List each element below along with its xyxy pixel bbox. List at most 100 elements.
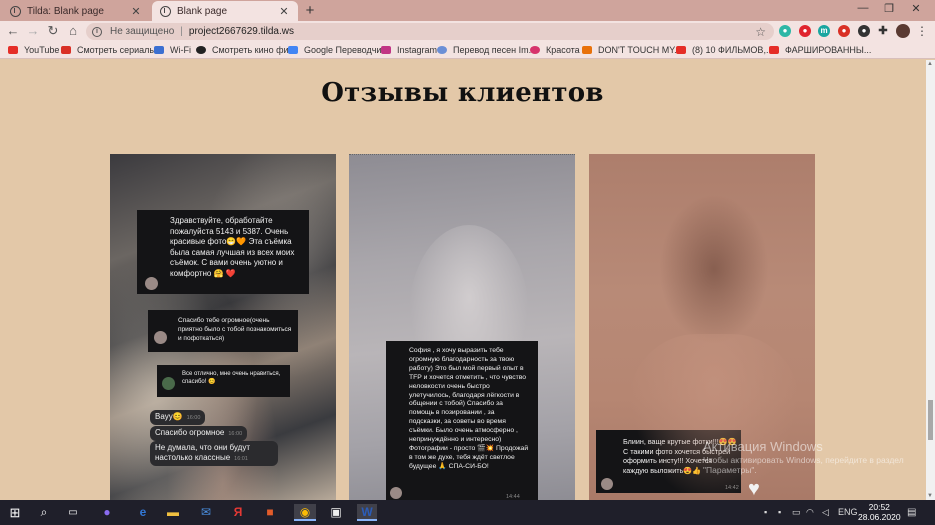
review-message: София , я хочу выразить тебе огромную бл… <box>409 347 529 470</box>
home-button[interactable]: ⌂ <box>66 24 80 38</box>
bookmark-google-translate[interactable]: Google Переводчик <box>288 45 385 55</box>
chrome-icon[interactable]: ◉ <box>294 504 316 521</box>
new-tab-button[interactable]: + <box>302 2 318 19</box>
scrollbar[interactable]: ▲ ▼ <box>926 60 935 500</box>
review-message: Спасибо тебе огромное(очень приятно было… <box>178 317 292 342</box>
site-icon <box>61 46 71 54</box>
review-card-2: София , я хочу выразить тебе огромную бл… <box>349 154 575 500</box>
avatar <box>601 478 613 490</box>
chat-bubble: Вауу😊 16:00 <box>150 410 206 425</box>
bookmark-youtube[interactable]: YouTube <box>8 45 59 55</box>
instagram-icon <box>381 46 391 54</box>
close-window-button[interactable]: ✕ <box>906 2 926 15</box>
browser-toolbar: ← → ↻ ⌂ i Не защищено | project2667629.t… <box>0 21 935 42</box>
avatar <box>162 377 175 390</box>
extension-icon[interactable]: ● <box>779 25 791 37</box>
back-button[interactable]: ← <box>6 24 20 38</box>
separator: | <box>180 26 183 37</box>
scroll-down-icon[interactable]: ▼ <box>927 493 933 499</box>
site-icon <box>196 46 206 54</box>
bookmark-films[interactable]: (8) 10 ФИЛЬМОВ,... <box>676 45 773 55</box>
bookmark-kino[interactable]: Смотреть кино фи... <box>196 45 296 55</box>
store-icon[interactable]: ▣ <box>327 504 345 521</box>
menu-icon[interactable]: ⋮ <box>916 24 928 38</box>
bookmark-farsh[interactable]: ФАРШИРОВАННЫ... <box>769 45 871 55</box>
blogger-icon <box>582 46 592 54</box>
extension-icon[interactable]: ● <box>838 25 850 37</box>
youtube-icon <box>769 46 779 54</box>
close-icon[interactable]: ✕ <box>130 5 142 18</box>
scroll-up-icon[interactable]: ▲ <box>927 61 933 67</box>
youtube-icon <box>676 46 686 54</box>
windows-activation-subtitle: Чтобы активировать Windows, перейдите в … <box>703 455 904 475</box>
page-title: Отзывы клиентов <box>321 78 604 108</box>
tab-blank-page[interactable]: Blank page ✕ <box>152 1 298 21</box>
app-icon[interactable]: ● <box>98 504 116 521</box>
maximize-button[interactable]: ❐ <box>879 2 899 15</box>
system-clock[interactable]: 20:52 28.06.2020 <box>858 502 901 522</box>
adblock-icon[interactable]: ● <box>799 25 811 37</box>
review-message: Все отлично, мне очень нравиться, спасиб… <box>182 371 281 385</box>
url-text[interactable]: project2667629.tilda.ws <box>189 26 294 37</box>
review-message: Здравствуйте, обработайте пожалуйста 514… <box>170 216 295 278</box>
tilda-favicon-icon <box>160 5 171 17</box>
reload-button[interactable]: ↻ <box>46 24 60 38</box>
bookmark-dont-touch[interactable]: DON'T TOUCH MY... <box>582 45 682 55</box>
site-icon <box>437 46 447 54</box>
extension-m-icon[interactable]: m <box>818 25 830 37</box>
powerpoint-icon[interactable]: ■ <box>261 504 279 521</box>
bookmark-star-icon[interactable]: ☆ <box>755 25 766 39</box>
clock-date: 28.06.2020 <box>858 512 901 522</box>
wifi-icon[interactable]: ◠ <box>806 507 814 518</box>
input-language[interactable]: ENG <box>838 507 858 517</box>
youtube-icon <box>8 46 18 54</box>
edge-icon[interactable]: e <box>134 504 152 521</box>
close-icon[interactable]: ✕ <box>278 5 290 18</box>
chat-bubble: Спасибо огромное 16:00 <box>150 426 248 441</box>
tab-title: Blank page <box>177 5 228 17</box>
puzzle-icon[interactable]: ✚ <box>877 25 889 37</box>
avatar <box>154 331 167 344</box>
search-icon[interactable]: ⌕ <box>35 504 53 521</box>
battery-icon[interactable]: ▭ <box>792 507 801 518</box>
tilda-favicon-icon <box>10 5 21 17</box>
info-icon[interactable]: i <box>92 26 102 37</box>
tab-tilda[interactable]: Tilda: Blank page ✕ <box>2 1 150 21</box>
bookmark-songs[interactable]: Перевод песен Im... <box>437 45 536 55</box>
task-view-icon[interactable]: ▭ <box>64 504 82 521</box>
message-time: 14:42 <box>725 485 739 491</box>
site-icon <box>530 46 540 54</box>
word-icon[interactable]: W <box>357 504 377 521</box>
mail-icon[interactable]: ✉ <box>197 504 215 521</box>
scroll-thumb[interactable] <box>928 400 933 440</box>
bookmark-instagram[interactable]: Instagram <box>381 45 437 55</box>
message-time: 14:44 <box>506 494 520 500</box>
heart-icon: ♥ <box>748 478 760 500</box>
chat-bubble: Не думала, что они будут настолько класс… <box>150 441 278 466</box>
chat-screenshot: София , я хочу выразить тебе огромную бл… <box>386 341 538 500</box>
bookmark-wifi[interactable]: Wi-Fi <box>154 45 191 55</box>
profile-avatar[interactable] <box>896 24 910 38</box>
file-explorer-icon[interactable]: ▬ <box>164 504 182 521</box>
volume-icon[interactable]: ◁ <box>822 507 829 518</box>
notifications-icon[interactable]: ▤ <box>907 507 916 518</box>
tab-title: Tilda: Blank page <box>27 5 104 17</box>
windows-start-icon[interactable]: ⊞ <box>6 504 24 521</box>
google-translate-icon <box>288 46 298 54</box>
wifi-icon <box>154 46 164 54</box>
yandex-icon[interactable]: Я <box>229 504 247 521</box>
extension-icon[interactable]: ● <box>858 25 870 37</box>
tray-app-icon[interactable]: ▪ <box>778 507 781 517</box>
minimize-button[interactable]: — <box>853 2 873 14</box>
tray-app-icon[interactable]: ▪ <box>764 507 767 517</box>
address-bar[interactable]: i Не защищено | project2667629.tilda.ws … <box>86 23 774 40</box>
review-card-1: Здравствуйте, обработайте пожалуйста 514… <box>110 154 336 500</box>
bookmarks-bar: YouTube Смотреть сериалы... Wi-Fi Смотре… <box>0 42 935 59</box>
bookmark-krasota[interactable]: Красота <box>530 45 580 55</box>
windows-taskbar: ⊞ ⌕ ▭ ● e ▬ ✉ Я ■ ◉ ▣ W ▪ ▪ ▭ ◠ ◁ ENG 20… <box>0 500 935 525</box>
forward-button[interactable]: → <box>26 24 40 38</box>
avatar <box>145 277 158 290</box>
tab-strip: Tilda: Blank page ✕ Blank page ✕ + — ❐ ✕ <box>0 0 935 21</box>
bookmark-serials[interactable]: Смотреть сериалы... <box>61 45 163 55</box>
chat-screenshot: Все отлично, мне очень нравиться, спасиб… <box>157 365 290 397</box>
